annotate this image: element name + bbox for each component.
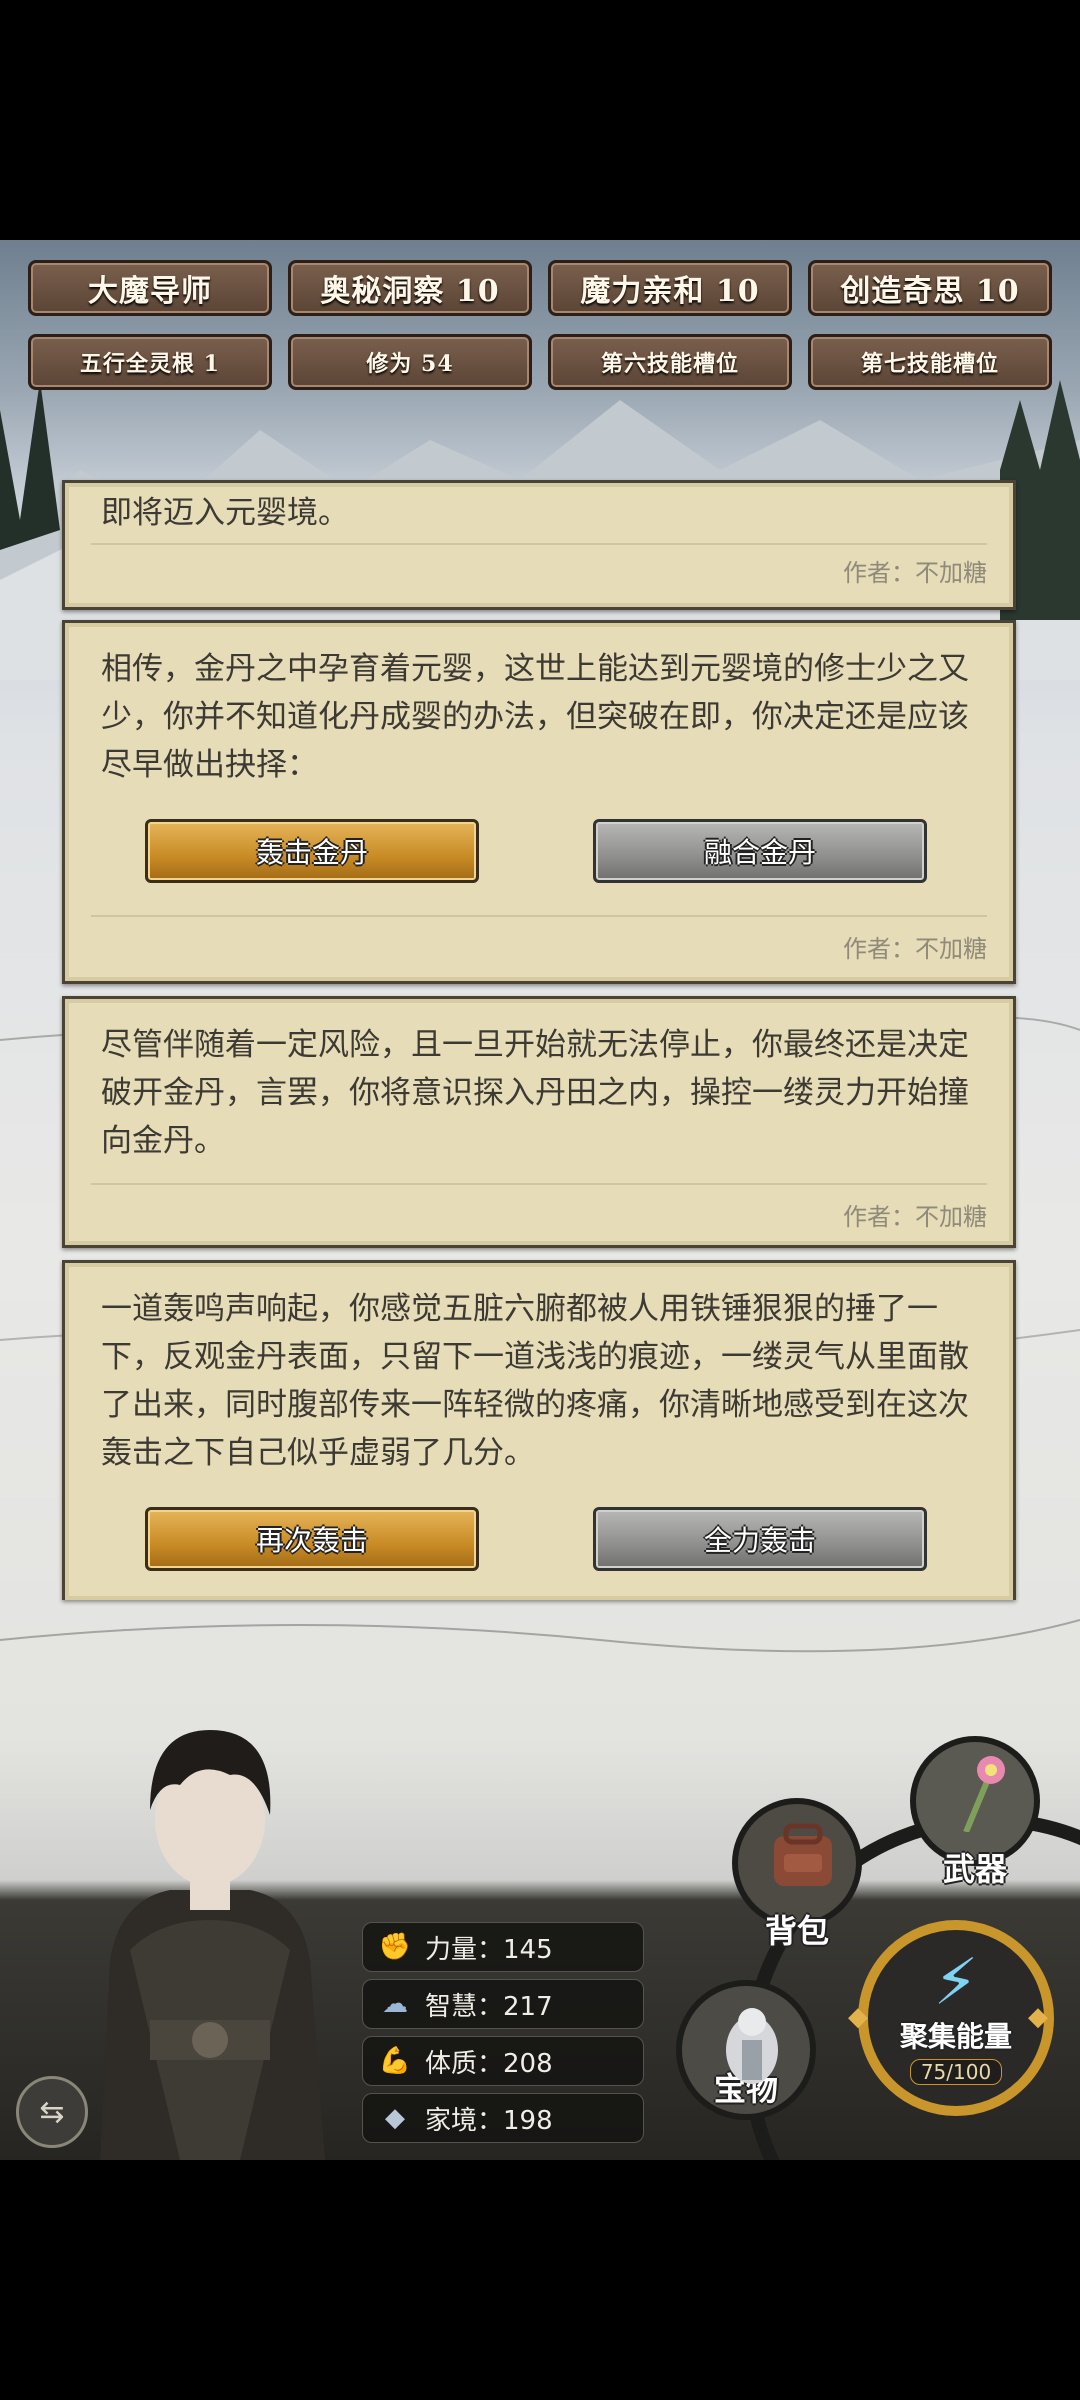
attribute-tag[interactable]: 魔力亲和 10 xyxy=(548,260,792,316)
weapon-label: 武器 xyxy=(942,1850,1007,1888)
story-card: 即将迈入元婴境。 作者：不加糖 xyxy=(62,480,1016,610)
attribute-tag[interactable]: 创造奇思 10 xyxy=(808,260,1052,316)
choice-row: 再次轰击 全力轰击 xyxy=(65,1477,1013,1571)
story-text: 一道轰鸣声响起，你感觉五脏六腑都被人用铁锤狠狠的捶了一下，反观金丹表面，只留下一… xyxy=(101,1291,969,1471)
brain-icon: ☁ xyxy=(382,1989,408,2019)
weapon-button[interactable]: 武器 xyxy=(910,1736,1040,1888)
skill-slot-7[interactable]: 第七技能槽位 xyxy=(808,334,1052,390)
stat-label: 体质：208 xyxy=(425,2048,553,2079)
story-text: 尽管伴随着一定风险，且一旦开始就无法停止，你最终还是决定破开金丹，言罢，你将意识… xyxy=(101,1027,969,1159)
choice-button-full-smash[interactable]: 全力轰击 xyxy=(593,1507,927,1571)
lightning-icon: ⚡ xyxy=(933,1946,979,2020)
author-label: 作者：不加糖 xyxy=(843,559,987,587)
choice-button-smash[interactable]: 轰击金丹 xyxy=(145,819,479,883)
swap-arrows-icon: ⇆ xyxy=(39,2094,65,2130)
attribute-row-2: 五行全灵根 1 修为 54 第六技能槽位 第七技能槽位 xyxy=(28,334,1052,390)
gather-energy-button[interactable]: ⚡ 聚集能量 75/100 xyxy=(858,1920,1054,2116)
character-portrait[interactable] xyxy=(60,1690,360,2160)
energy-value: 75/100 xyxy=(909,2059,1003,2085)
attribute-row-1: 大魔导师 奥秘洞察 10 魔力亲和 10 创造奇思 10 xyxy=(28,260,1052,316)
diamond-icon: ◆ xyxy=(385,2103,405,2133)
muscle-icon: 💪 xyxy=(378,2046,412,2076)
stat-label: 力量：145 xyxy=(425,1934,553,1965)
story-text: 相传，金丹之中孕育着元婴，这世上能达到元婴境的修士少之又少，你并不知道化丹成婴的… xyxy=(101,651,969,783)
staff-icon xyxy=(963,1756,1005,1832)
author-label: 作者：不加糖 xyxy=(843,935,987,963)
backpack-button[interactable]: 背包 xyxy=(732,1798,862,1950)
choice-button-smash-again[interactable]: 再次轰击 xyxy=(145,1507,479,1571)
story-text: 即将迈入元婴境。 xyxy=(101,495,349,531)
attribute-tag[interactable]: 修为 54 xyxy=(288,334,532,390)
treasure-figure-icon xyxy=(726,2008,778,2084)
attribute-tag[interactable]: 五行全灵根 1 xyxy=(28,334,272,390)
stat-constitution: 💪 体质：208 xyxy=(362,2036,644,2086)
attribute-tag[interactable]: 奥秘洞察 10 xyxy=(288,260,532,316)
stat-strength: ✊ 力量：145 xyxy=(362,1922,644,1972)
game-screen: 大魔导师 奥秘洞察 10 魔力亲和 10 创造奇思 10 五行全灵根 1 修为 … xyxy=(0,240,1080,2160)
stat-label: 智慧：217 xyxy=(425,1991,553,2022)
switch-button[interactable]: ⇆ xyxy=(16,2076,88,2148)
skill-slot-6[interactable]: 第六技能槽位 xyxy=(548,334,792,390)
author-label: 作者：不加糖 xyxy=(843,1203,987,1231)
stat-wisdom: ☁ 智慧：217 xyxy=(362,1979,644,2029)
energy-label: 聚集能量 xyxy=(899,2020,1012,2053)
diamond-ornament-icon: ◆ xyxy=(848,2002,868,2032)
choice-row: 轰击金丹 融合金丹 xyxy=(65,789,1013,883)
diamond-ornament-icon: ◆ xyxy=(1028,2002,1048,2032)
attribute-tag[interactable]: 大魔导师 xyxy=(28,260,272,316)
story-card: 尽管伴随着一定风险，且一旦开始就无法停止，你最终还是决定破开金丹，言罢，你将意识… xyxy=(62,996,1016,1248)
backpack-label: 背包 xyxy=(764,1912,829,1950)
story-card-choice: 相传，金丹之中孕育着元婴，这世上能达到元婴境的修士少之又少，你并不知道化丹成婴的… xyxy=(62,620,1016,984)
story-card-choice: 一道轰鸣声响起，你感觉五脏六腑都被人用铁锤狠狠的捶了一下，反观金丹表面，只留下一… xyxy=(62,1260,1016,1600)
fist-icon: ✊ xyxy=(378,1932,412,1962)
stat-label: 家境：198 xyxy=(425,2105,553,2136)
backpack-icon xyxy=(774,1823,832,1886)
treasure-button[interactable]: 宝物 xyxy=(676,1980,816,2120)
stat-family: ◆ 家境：198 xyxy=(362,2093,644,2143)
choice-button-fuse[interactable]: 融合金丹 xyxy=(593,819,927,883)
